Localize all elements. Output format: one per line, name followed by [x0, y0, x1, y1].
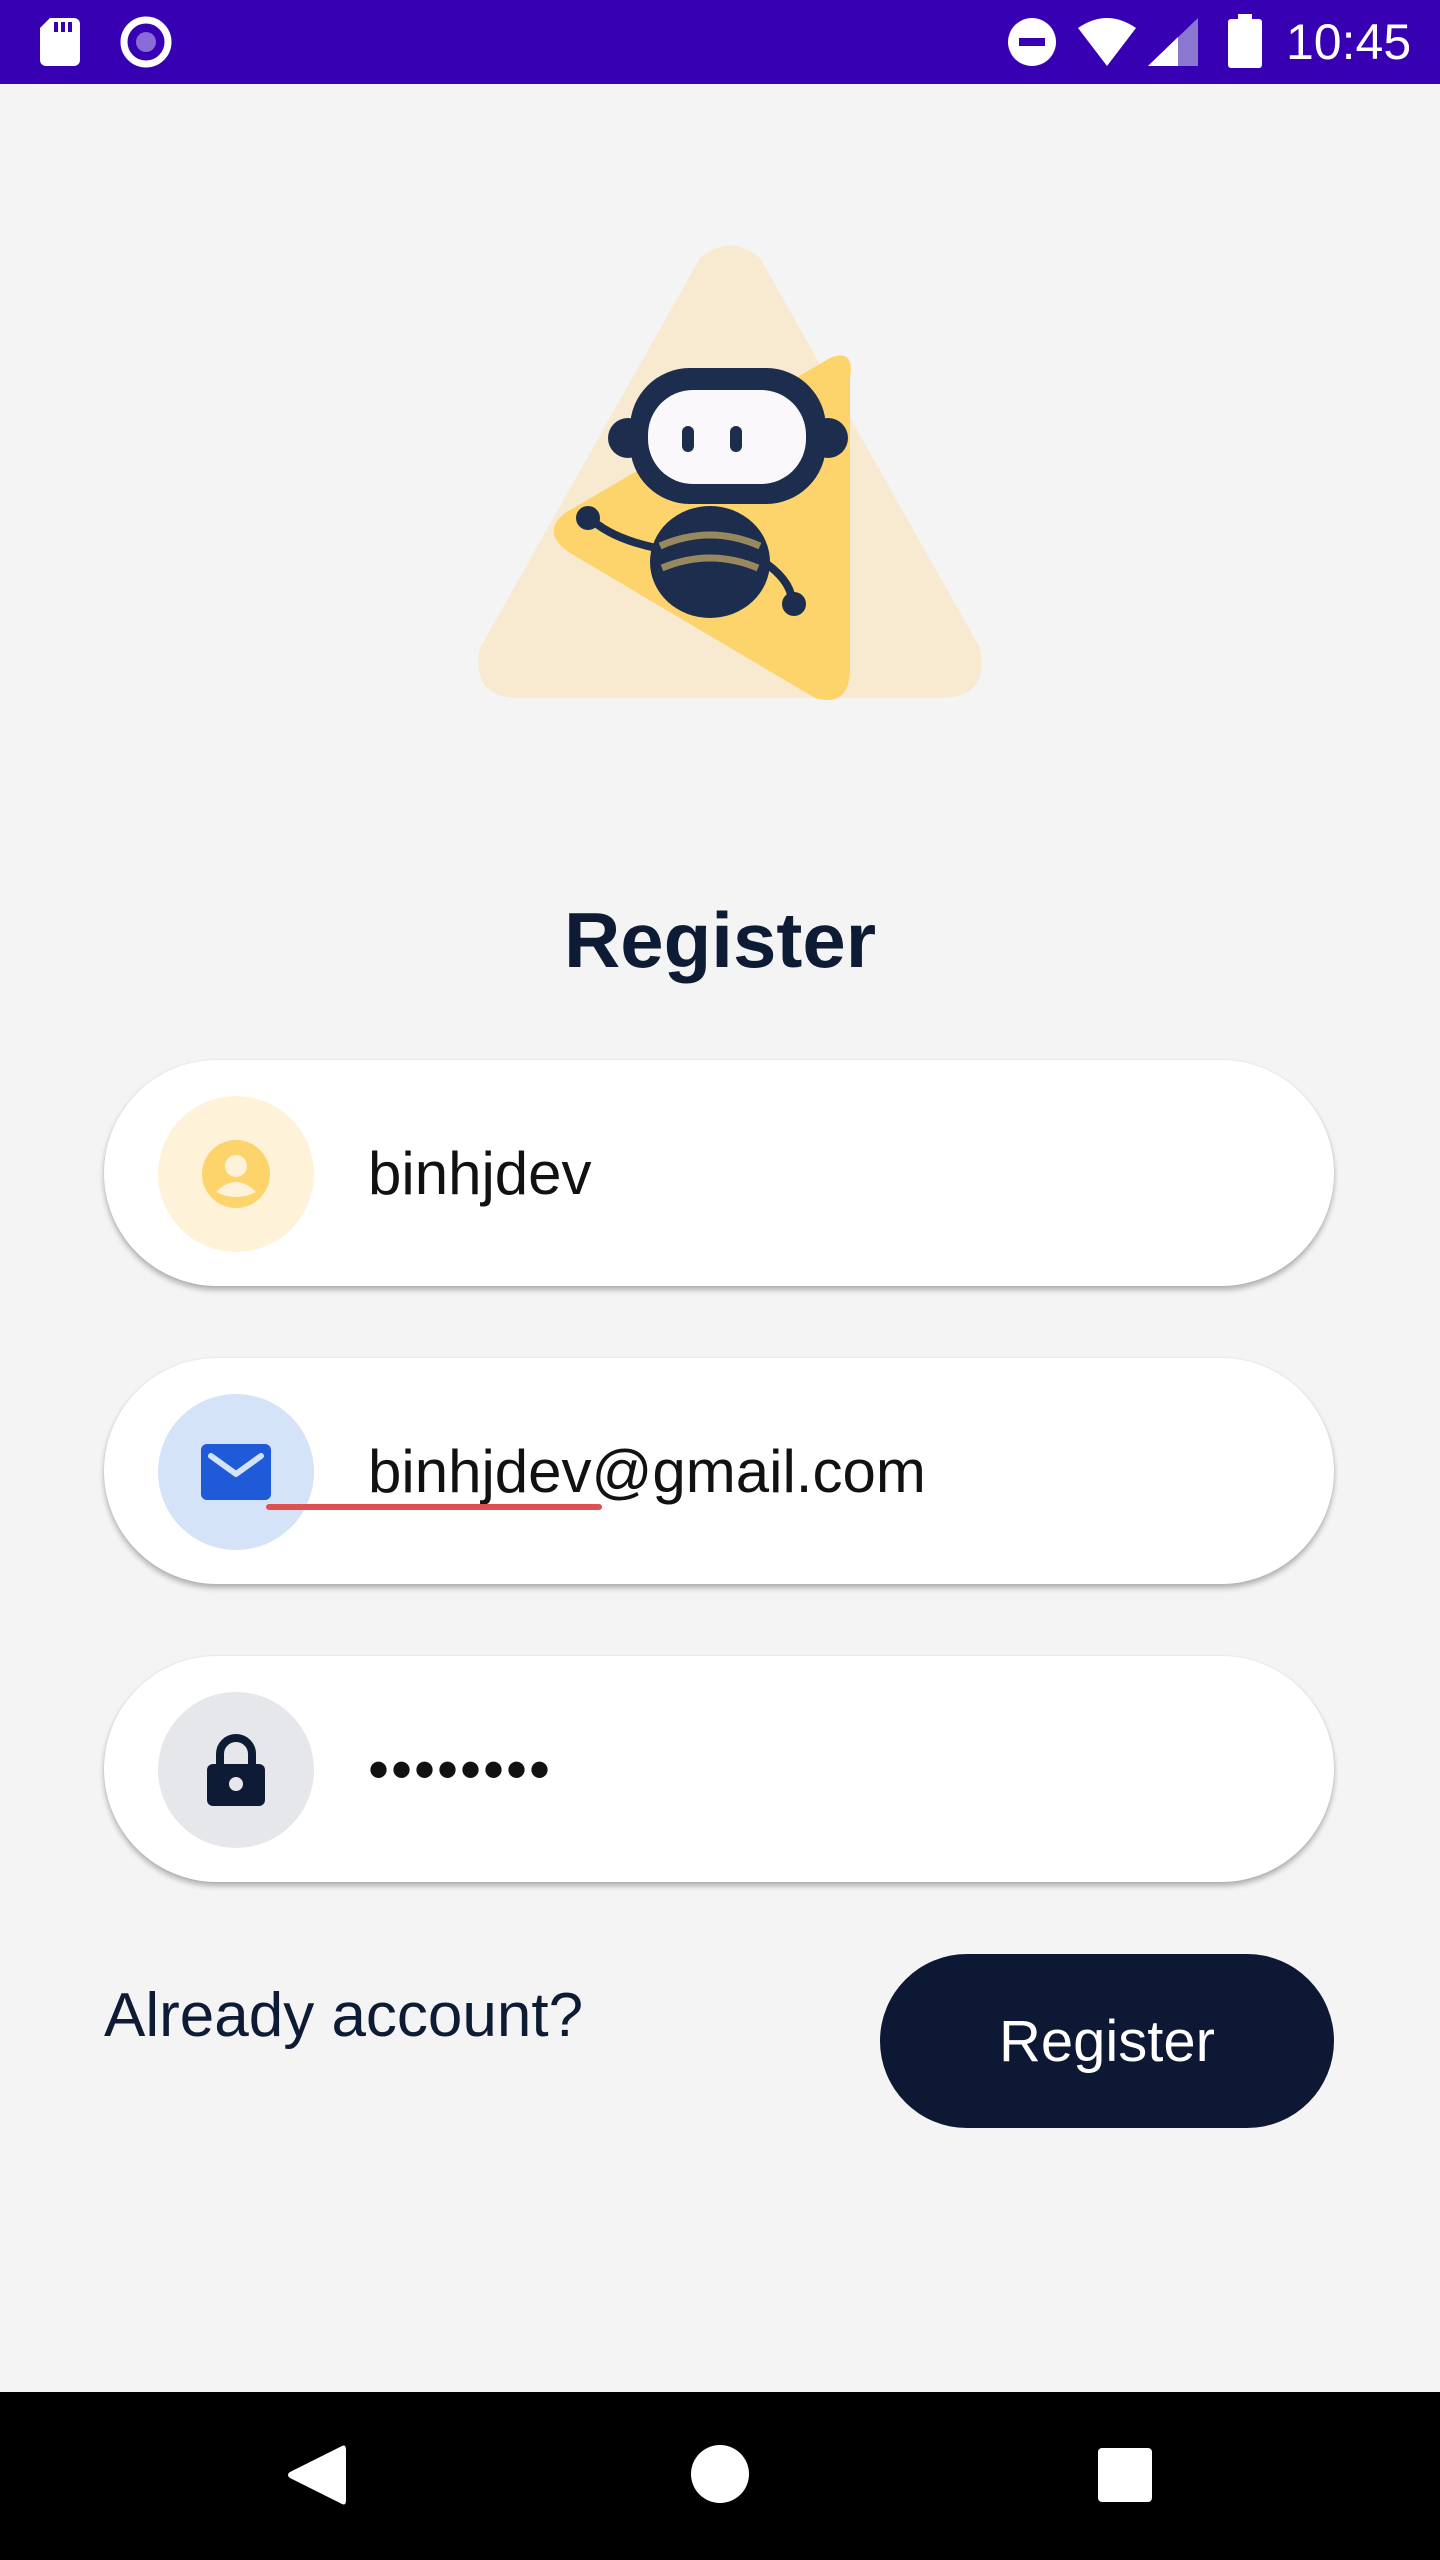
system-nav-bar — [0, 2392, 1440, 2560]
password-input[interactable] — [368, 1712, 1268, 1828]
radio-button-icon — [120, 16, 172, 68]
sd-card-icon — [40, 18, 80, 66]
back-icon[interactable] — [286, 2442, 346, 2508]
mail-icon-badge — [158, 1394, 314, 1550]
user-icon — [202, 1140, 270, 1208]
email-field[interactable] — [104, 1358, 1334, 1584]
user-icon-badge — [158, 1096, 314, 1252]
password-field[interactable] — [104, 1656, 1334, 1882]
register-button[interactable]: Register — [880, 1954, 1334, 2128]
lock-icon — [207, 1734, 265, 1806]
lock-icon-badge — [158, 1692, 314, 1848]
username-field[interactable] — [104, 1060, 1334, 1286]
signal-icon — [1148, 18, 1198, 66]
battery-icon — [1228, 14, 1262, 68]
username-input[interactable] — [368, 1116, 1268, 1232]
email-input[interactable] — [368, 1414, 1268, 1530]
already-account-link[interactable]: Already account? — [104, 1976, 583, 2056]
page-title: Register — [563, 896, 877, 984]
status-bar: 10:45 — [0, 0, 1440, 84]
recents-icon[interactable] — [1096, 2446, 1154, 2504]
mail-icon — [201, 1444, 271, 1500]
home-icon[interactable] — [688, 2442, 752, 2506]
spellcheck-underline — [266, 1504, 602, 1510]
do-not-disturb-icon — [1008, 18, 1056, 66]
wifi-icon — [1078, 18, 1136, 66]
robot-illustration — [478, 245, 982, 700]
status-time: 10:45 — [1286, 14, 1412, 70]
